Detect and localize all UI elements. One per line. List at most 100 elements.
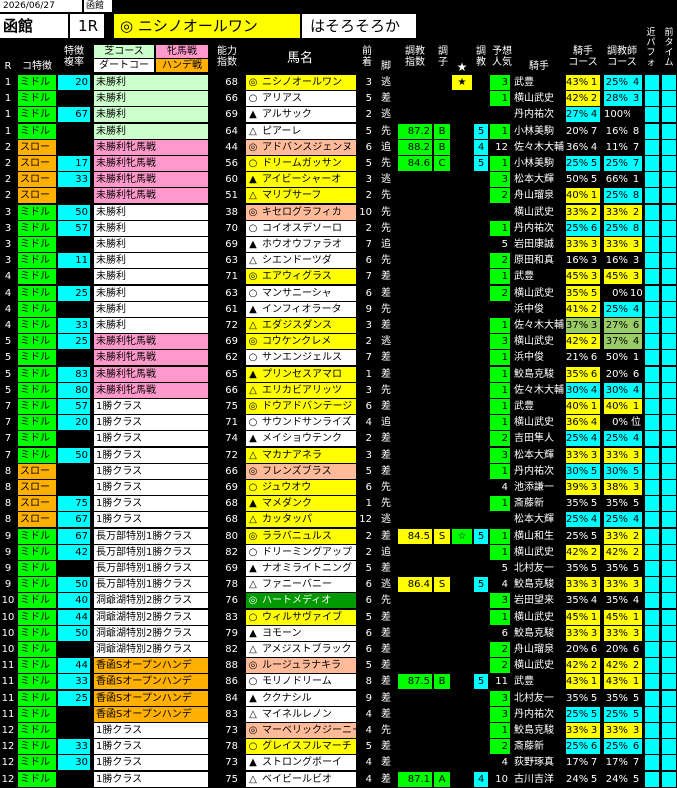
condition-cell	[434, 415, 450, 430]
jockey-course-rate-cell: 42%	[566, 91, 588, 107]
training-index-cell	[398, 188, 432, 203]
recent-pace-cell	[645, 204, 659, 220]
race-num-cell: 7	[4, 433, 12, 445]
jockey-course-rank-cell: 3	[588, 625, 600, 641]
ability-index-cell: 71	[225, 417, 238, 429]
condition-cell	[434, 658, 450, 673]
training-index-cell	[398, 545, 432, 560]
training-cell	[474, 318, 488, 333]
training-index-cell	[398, 755, 432, 770]
prev-finish-cell: 7	[365, 239, 372, 250]
prev-finish-cell: 6	[365, 401, 372, 412]
training-cell	[474, 350, 488, 365]
ability-index-cell: 38	[225, 206, 238, 218]
class-cell: 未勝利	[94, 204, 208, 220]
jockey-course-rank-cell: 5	[590, 563, 598, 574]
training-cell	[474, 286, 488, 301]
predicted-popularity-cell: 1	[490, 415, 510, 431]
prev-time-cell	[662, 107, 676, 123]
ability-index-cell: 73	[225, 725, 238, 736]
prev-time-cell	[662, 690, 676, 706]
jockey-course-rank-cell: 3	[590, 255, 598, 267]
race-num-cell: 9	[4, 546, 12, 558]
horse-name-cell: アイビーシャーオ	[260, 172, 356, 188]
trainer-course-rank-cell: 4	[630, 75, 642, 90]
trainer-course-rank-cell: 7	[632, 141, 640, 153]
class-cell: 1勝クラス	[94, 431, 208, 447]
race-number: 1R	[70, 14, 104, 38]
predicted-popularity-cell: 12	[495, 141, 508, 153]
recent-pace-cell	[645, 91, 659, 107]
ability-index-cell: 83	[225, 611, 238, 623]
mark-cell: ▲	[246, 301, 260, 317]
training-cell	[474, 658, 488, 673]
training-cell: 5	[474, 123, 488, 139]
prev-time-cell	[662, 139, 676, 155]
training-cell	[474, 496, 488, 511]
class-cell: 1勝クラス	[94, 739, 208, 755]
ability-index-cell: 62	[225, 352, 238, 364]
recent-pace-cell	[645, 156, 659, 171]
trainer-course-rank-cell: 6	[632, 368, 640, 380]
course-feature-cell: ミドル	[18, 706, 56, 722]
header-training-index: 調教 指数	[396, 45, 434, 75]
recent-pace-cell	[645, 593, 659, 609]
feature-rate-cell	[58, 431, 90, 446]
table-row: 12 ミドル 1勝クラス 75 △ ベイビールビオ 4 差 87.1 A 4 10 古川吉洋 24% 5 24…	[0, 771, 677, 788]
trainer-course-rank-cell: 10	[630, 287, 642, 299]
prev-time-cell	[662, 512, 676, 528]
jockey-cell: 横山武史	[514, 336, 554, 348]
predicted-popularity-cell: 1	[490, 318, 510, 333]
mark-cell: ◎	[246, 399, 260, 414]
prev-finish-cell: 5	[365, 158, 372, 169]
training-index-cell	[398, 431, 432, 446]
condition-cell	[434, 707, 450, 722]
recent-pace-cell	[645, 447, 659, 463]
course-feature-cell: ミドル	[18, 285, 56, 301]
course-feature-cell: ミドル	[18, 431, 56, 447]
jockey-course-rate-cell: 40%	[566, 399, 588, 414]
condition-cell	[434, 269, 450, 284]
prev-finish-cell: 7	[365, 271, 372, 283]
prev-finish-cell: 12	[359, 514, 372, 526]
table-row: 5 ミドル 83 未勝利牝馬戦 65 ▲ プリンセスアマロ 1 差 1 鮫島克駿 35% 6 20% 6	[0, 366, 677, 383]
running-style-cell: 差	[381, 741, 391, 753]
prev-time-cell	[662, 431, 676, 447]
jockey-cell: 武豊	[514, 271, 534, 283]
training-index-cell	[398, 172, 432, 187]
header-predicted-popularity: 予想 人気	[490, 45, 514, 75]
star-cell	[452, 448, 472, 463]
mark-cell: △	[246, 123, 260, 139]
prev-time-cell	[662, 739, 676, 755]
prev-finish-cell: 2	[365, 222, 372, 234]
trainer-course-rate-cell: 100%	[604, 109, 630, 121]
ability-index-cell: 51	[225, 190, 238, 202]
recent-pace-cell	[645, 301, 659, 317]
mark-cell: ○	[246, 220, 260, 236]
feature-rate-cell: 33	[58, 318, 90, 333]
prev-finish-cell: 2	[365, 530, 372, 542]
header-recent-pace: 近 パ フ ォ	[643, 28, 659, 76]
jockey-course-rank-cell: 2	[588, 301, 600, 317]
jockey-course-rank-cell: 4	[588, 382, 600, 398]
ability-index-cell: 72	[225, 320, 238, 331]
class-cell: 洞爺湖特別2勝クラス	[94, 625, 208, 641]
star-cell	[452, 739, 472, 754]
table-row: 5 ミドル 未勝利牝馬戦 62 ○ サンエンジェルス 7 差 1 浜中俊 21% 6 50% 1	[0, 350, 677, 366]
mark-cell: ▲	[246, 172, 260, 188]
trainer-course-rank-cell: 5	[632, 692, 640, 704]
condition-cell	[434, 512, 450, 527]
jockey-cell: 池添謙一	[514, 482, 554, 493]
prev-time-cell	[662, 561, 676, 576]
trainer-course-rate-cell: 25%	[604, 431, 630, 447]
feature-rate-cell: 33	[58, 739, 90, 755]
header-jockey-course-line2: コース	[568, 57, 598, 68]
jockey-course-rank-cell: 1	[588, 75, 600, 90]
feature-rate-cell: 80	[58, 382, 90, 398]
training-index-cell	[398, 302, 432, 317]
horse-name-cell: インフィオラータ	[260, 301, 356, 317]
training-index-cell: 87.1	[398, 771, 432, 787]
condition-cell	[434, 399, 450, 414]
star-cell	[452, 415, 472, 430]
mark-cell: ◎	[246, 528, 260, 544]
